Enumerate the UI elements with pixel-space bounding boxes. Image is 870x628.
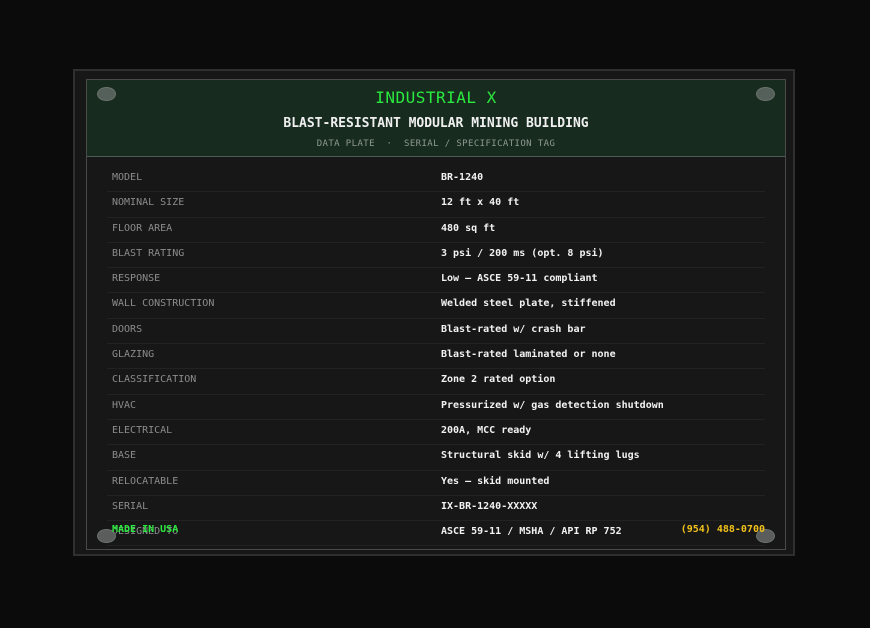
spec-value: Blast-rated w/ crash bar bbox=[441, 323, 586, 335]
spec-label: MODEL bbox=[112, 172, 143, 183]
spec-row: SERIAL IX-BR-1240-XXXXX bbox=[107, 496, 765, 522]
spec-row: FLOOR AREA 480 sq ft bbox=[107, 218, 765, 243]
spec-label: FLOOR AREA bbox=[112, 222, 173, 234]
spec-label: BLAST RATING bbox=[112, 247, 185, 259]
spec-row: RESPONSE Low — ASCE 59-11 compliant bbox=[107, 268, 765, 294]
spec-row: ELECTRICAL 200A, MCC ready bbox=[107, 420, 765, 446]
spec-value: 3 psi / 200 ms (opt. 8 psi) bbox=[441, 247, 604, 259]
product-title: BLAST-RESISTANT MODULAR MINING BUILDING bbox=[283, 116, 589, 131]
spec-row: RELOCATABLE Yes — skid mounted bbox=[107, 471, 765, 496]
spec-value: 200A, MCC ready bbox=[441, 424, 532, 436]
rivet-icon bbox=[756, 87, 775, 101]
spec-value: Yes — skid mounted bbox=[441, 475, 550, 487]
spec-table: MODEL BR-1240 NOMINAL SIZE 12 ft x 40 ft… bbox=[107, 167, 765, 547]
spec-row: WALL CONSTRUCTION Welded steel plate, st… bbox=[107, 293, 765, 319]
spec-row: GLAZING Blast-rated laminated or none bbox=[107, 344, 765, 370]
plate-subtitle: DATA PLATE · SERIAL / SPECIFICATION TAG bbox=[316, 139, 556, 149]
spec-value: IX-BR-1240-XXXXX bbox=[441, 500, 538, 512]
spec-label: RESPONSE bbox=[112, 273, 161, 285]
spec-label: BASE bbox=[112, 450, 137, 462]
spec-value: Low — ASCE 59-11 compliant bbox=[441, 273, 598, 285]
data-plate: INDUSTRIAL X BLAST-RESISTANT MODULAR MIN… bbox=[73, 69, 795, 556]
plate-header: INDUSTRIAL X BLAST-RESISTANT MODULAR MIN… bbox=[87, 80, 785, 157]
spec-label: ELECTRICAL bbox=[112, 424, 173, 436]
spec-label: CLASSIFICATION bbox=[112, 374, 197, 386]
spec-row: DESIGNED TO ASCE 59-11 / MSHA / API RP 7… bbox=[107, 521, 765, 547]
made-in-usa-label: MADE IN USA bbox=[112, 524, 179, 535]
spec-value: BR-1240 bbox=[441, 172, 484, 183]
spec-row: NOMINAL SIZE 12 ft x 40 ft bbox=[107, 192, 765, 218]
spec-row: MODEL BR-1240 bbox=[107, 167, 765, 193]
spec-label: WALL CONSTRUCTION bbox=[112, 298, 215, 310]
spec-value: Pressurized w/ gas detection shutdown bbox=[441, 399, 664, 411]
spec-label: GLAZING bbox=[112, 349, 155, 361]
spec-label: HVAC bbox=[112, 399, 137, 411]
spec-value: Blast-rated laminated or none bbox=[441, 349, 616, 361]
brand-title: INDUSTRIAL X bbox=[375, 88, 497, 107]
spec-value: 12 ft x 40 ft bbox=[441, 197, 520, 209]
spec-row: CLASSIFICATION Zone 2 rated option bbox=[107, 369, 765, 395]
spec-row: BASE Structural skid w/ 4 lifting lugs bbox=[107, 445, 765, 471]
spec-value: 480 sq ft bbox=[441, 222, 496, 234]
spec-value: Structural skid w/ 4 lifting lugs bbox=[441, 450, 640, 462]
spec-label: DOORS bbox=[112, 323, 143, 335]
data-plate-inner: INDUSTRIAL X BLAST-RESISTANT MODULAR MIN… bbox=[86, 79, 786, 550]
spec-value: Welded steel plate, stiffened bbox=[441, 298, 616, 310]
spec-row: BLAST RATING 3 psi / 200 ms (opt. 8 psi) bbox=[107, 243, 765, 269]
spec-row: HVAC Pressurized w/ gas detection shutdo… bbox=[107, 395, 765, 420]
spec-row: DOORS Blast-rated w/ crash bar bbox=[107, 319, 765, 345]
spec-label: NOMINAL SIZE bbox=[112, 197, 185, 209]
spec-value: Zone 2 rated option bbox=[441, 374, 556, 386]
phone-number: (954) 488-0700 bbox=[680, 524, 765, 535]
spec-label: SERIAL bbox=[112, 500, 149, 512]
spec-label: RELOCATABLE bbox=[112, 475, 179, 487]
spec-value: ASCE 59-11 / MSHA / API RP 752 bbox=[441, 526, 622, 538]
rivet-icon bbox=[97, 87, 116, 101]
